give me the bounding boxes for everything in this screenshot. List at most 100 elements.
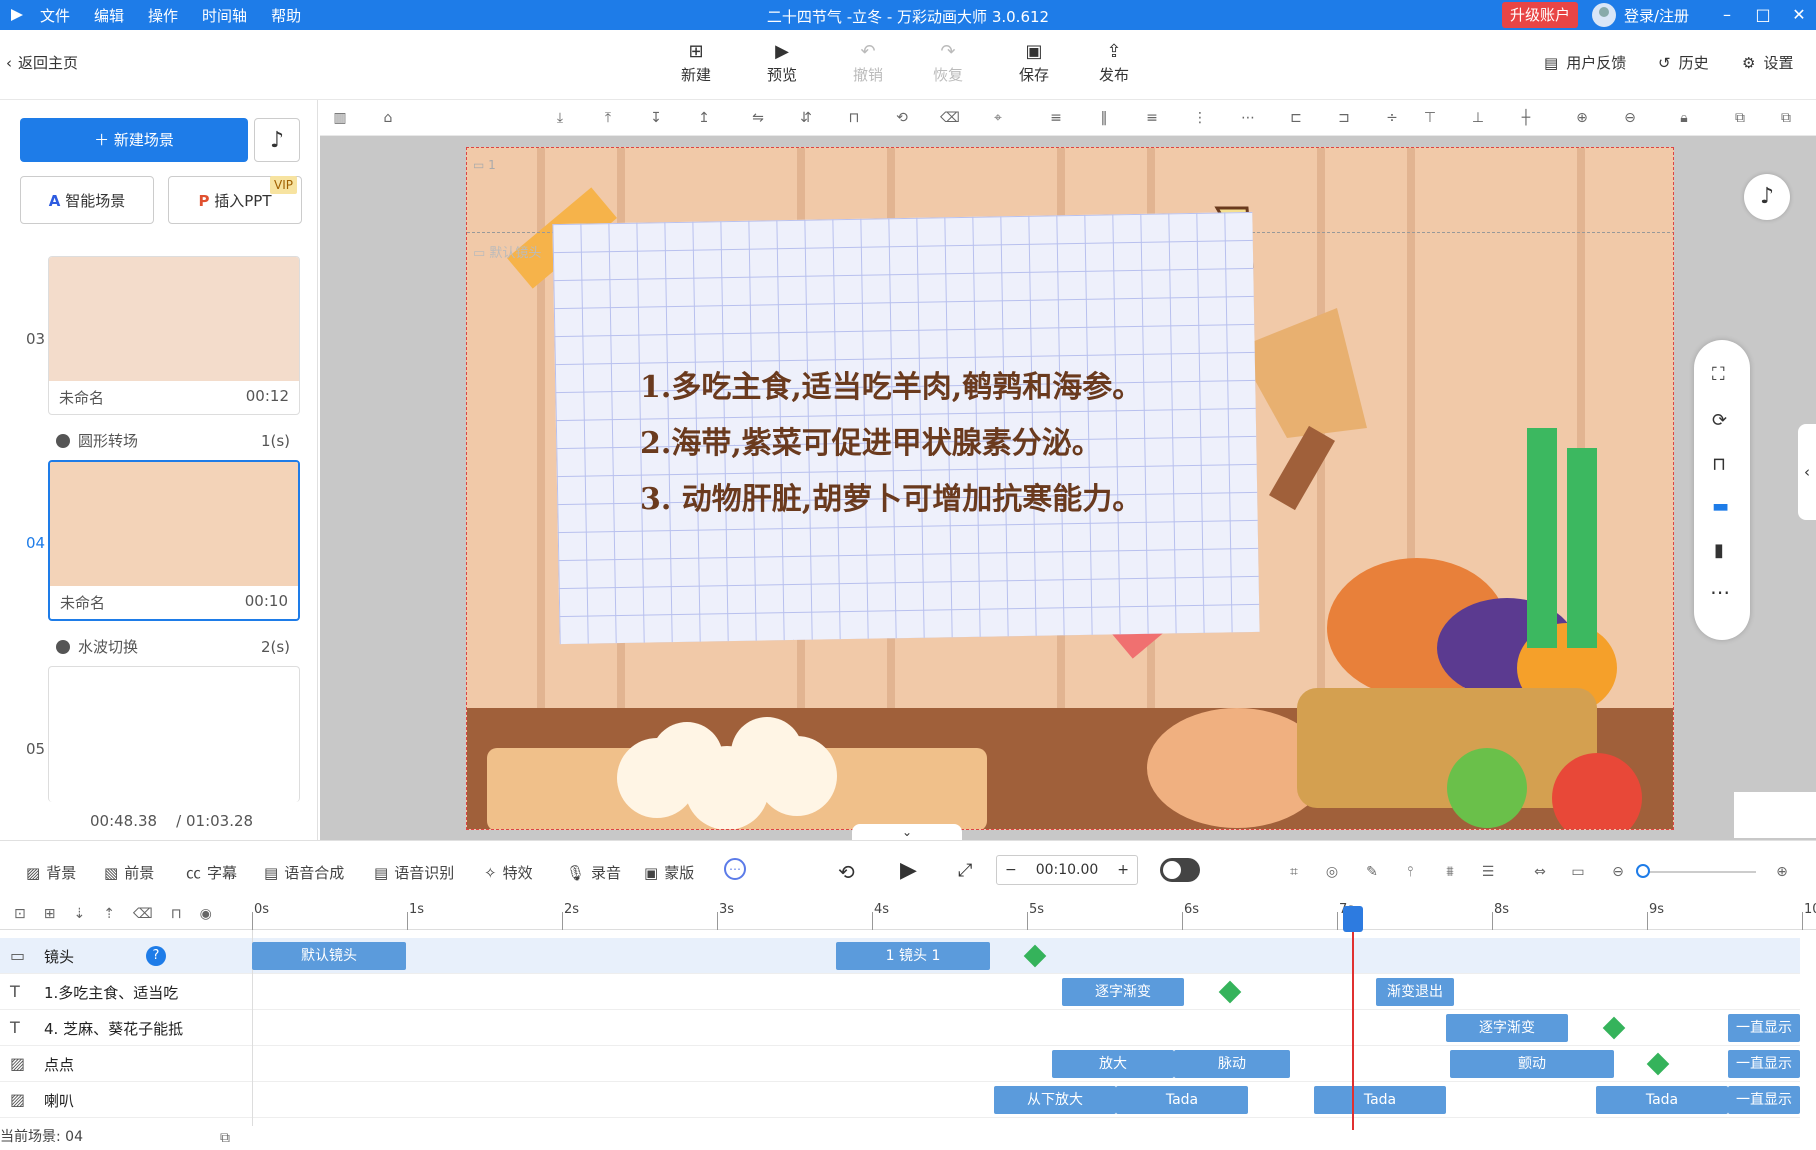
- animation-clip[interactable]: 渐变退出: [1376, 978, 1454, 1006]
- format-painter-icon[interactable]: ▥: [330, 108, 350, 128]
- camera-cut-icon[interactable]: ⌗: [1284, 862, 1304, 882]
- flip-horizontal-icon[interactable]: ⇋: [748, 108, 768, 128]
- close-icon[interactable]: ✕: [1788, 4, 1810, 26]
- fit-screen-icon[interactable]: ⛶: [1712, 364, 1725, 385]
- collapse-timeline-icon[interactable]: ⌄: [852, 824, 962, 840]
- camera-clip[interactable]: 默认镜头: [252, 942, 406, 970]
- tts-button[interactable]: ▤ 语音合成: [264, 862, 344, 883]
- align-left-icon[interactable]: ⊏: [1286, 108, 1306, 128]
- background-music-icon[interactable]: ♪: [1744, 174, 1790, 220]
- landscape-icon[interactable]: ▬: [1712, 496, 1729, 517]
- animation-clip[interactable]: 一直显示: [1728, 1086, 1800, 1114]
- mask-button[interactable]: ▣ 蒙版: [644, 862, 694, 883]
- animation-clip[interactable]: Tada: [1116, 1086, 1248, 1114]
- eye-icon[interactable]: ◉: [200, 906, 212, 922]
- zoom-out-icon[interactable]: ⊖: [1608, 862, 1628, 882]
- fit-width-icon[interactable]: ⇔: [1530, 862, 1550, 882]
- distribute-h-icon[interactable]: ⋮: [1190, 108, 1210, 128]
- adjust-icon[interactable]: ☰: [1478, 862, 1498, 882]
- effects-button[interactable]: ✧ 特效: [484, 862, 533, 883]
- record-button[interactable]: 🎙︎ 录音: [566, 862, 621, 883]
- camera-clip[interactable]: 1 镜头 1: [836, 942, 990, 970]
- new-folder-icon[interactable]: ⊞: [44, 906, 56, 922]
- preview-button[interactable]: ▶ 预览: [752, 40, 812, 85]
- time-ruler[interactable]: [0, 900, 1816, 930]
- zoom-slider[interactable]: [1640, 871, 1756, 873]
- home-icon[interactable]: ⌂: [378, 108, 398, 128]
- animation-clip[interactable]: 一直显示: [1728, 1050, 1800, 1078]
- split-icon[interactable]: ⫯: [1400, 862, 1420, 882]
- more-options-icon[interactable]: ⋯: [724, 858, 746, 880]
- history-button[interactable]: ↺ 历史: [1658, 52, 1709, 73]
- track-row[interactable]: [0, 974, 1800, 1010]
- align-vcenter-icon[interactable]: ‖: [1094, 108, 1114, 128]
- minus-icon[interactable]: −: [1005, 862, 1017, 878]
- login-button[interactable]: 登录/注册: [1592, 2, 1689, 28]
- align-bottom-icon[interactable]: ≡: [1142, 108, 1162, 128]
- transition-item[interactable]: 水波切换 2(s): [56, 636, 290, 657]
- bring-top-icon[interactable]: ⤒: [598, 108, 618, 128]
- tips-text[interactable]: 1.多吃主食,适当吃羊肉,鹌鹑和海参。 2.海带,紫菜可促进甲状腺素分泌。 3.…: [640, 360, 1142, 528]
- zoom-out-icon[interactable]: ⊖: [1620, 108, 1640, 128]
- screenshot-icon[interactable]: ◎: [1322, 862, 1342, 882]
- duration-stepper[interactable]: − 00:10.00 +: [996, 855, 1138, 885]
- top-edge-icon[interactable]: ⊤: [1420, 108, 1440, 128]
- animation-clip[interactable]: 从下放大: [994, 1086, 1116, 1114]
- publish-button[interactable]: ⇪ 发布: [1084, 40, 1144, 85]
- save-button[interactable]: ▣ 保存: [1004, 40, 1064, 85]
- copy-icon[interactable]: ⧉: [1730, 108, 1750, 128]
- toggle-switch[interactable]: [1160, 858, 1200, 882]
- collapse-panel-icon[interactable]: ‹: [1798, 424, 1816, 520]
- upgrade-account-button[interactable]: 升级账户: [1502, 2, 1579, 28]
- lock-icon[interactable]: ⊓: [171, 906, 182, 922]
- minimize-icon[interactable]: –: [1716, 4, 1738, 26]
- replay-icon[interactable]: ⟲: [838, 860, 855, 884]
- rotate-icon[interactable]: ⟲: [892, 108, 912, 128]
- thumbnail-preview-icon[interactable]: [1734, 792, 1816, 838]
- align-top-icon[interactable]: ≡: [1046, 108, 1066, 128]
- animation-clip[interactable]: Tada: [1314, 1086, 1446, 1114]
- undo-button[interactable]: ↶ 撤销: [838, 40, 898, 85]
- scene-thumbnail[interactable]: 未命名 00:12: [48, 256, 300, 415]
- scene-thumbnail[interactable]: [48, 666, 300, 802]
- animation-clip[interactable]: 脉动: [1174, 1050, 1290, 1078]
- align-right-icon[interactable]: ⊐: [1334, 108, 1354, 128]
- move-up-icon[interactable]: ↥: [694, 108, 714, 128]
- distribute-v-icon[interactable]: ⋯: [1238, 108, 1258, 128]
- smart-scene-button[interactable]: A 智能场景: [20, 176, 154, 224]
- playhead-handle[interactable]: [1343, 906, 1363, 932]
- speech-recognition-button[interactable]: ▤ 语音识别: [374, 862, 454, 883]
- feedback-button[interactable]: ▤ 用户反馈: [1544, 52, 1626, 73]
- subtitle-button[interactable]: ㏄字幕: [186, 862, 237, 883]
- background-button[interactable]: ▨ 背景: [26, 862, 76, 883]
- play-icon[interactable]: ▶: [900, 858, 917, 883]
- move-down-icon[interactable]: ⇣: [73, 906, 85, 922]
- animation-clip[interactable]: 放大: [1052, 1050, 1174, 1078]
- rotate-icon[interactable]: ⟳: [1712, 410, 1727, 431]
- flip-vertical-icon[interactable]: ⇵: [796, 108, 816, 128]
- align-hcenter-icon[interactable]: ÷: [1382, 108, 1402, 128]
- back-home-button[interactable]: ‹ 返回主页: [6, 52, 78, 73]
- animation-clip[interactable]: 一直显示: [1728, 1014, 1800, 1042]
- filter-icon[interactable]: ⩩: [1440, 862, 1460, 882]
- focus-icon[interactable]: ⌖: [988, 108, 1008, 128]
- foreground-button[interactable]: ▧ 前景: [104, 862, 154, 883]
- center-icon[interactable]: ┼: [1516, 108, 1536, 128]
- animation-clip[interactable]: 逐字渐变: [1446, 1014, 1568, 1042]
- portrait-icon[interactable]: ▮: [1714, 540, 1724, 561]
- music-note-icon[interactable]: ♪: [254, 118, 300, 162]
- move-up-icon[interactable]: ⇡: [103, 906, 115, 922]
- duration-value[interactable]: 00:10.00: [1036, 862, 1099, 878]
- plus-icon[interactable]: +: [1117, 862, 1129, 878]
- scene-thumbnail-selected[interactable]: 未命名 00:10: [48, 460, 300, 621]
- actual-size-icon[interactable]: ▭: [1568, 862, 1588, 882]
- paste-icon[interactable]: ⧉: [1776, 108, 1796, 128]
- fullscreen-icon[interactable]: ⤢: [958, 860, 972, 881]
- edit-icon[interactable]: ✎: [1362, 862, 1382, 882]
- bring-bottom-icon[interactable]: ⤓: [550, 108, 570, 128]
- more-icon[interactable]: ⋯: [1710, 580, 1730, 604]
- animation-clip[interactable]: 颤动: [1450, 1050, 1614, 1078]
- zoom-in-icon[interactable]: ⊕: [1772, 862, 1792, 882]
- maximize-icon[interactable]: □: [1752, 4, 1774, 26]
- layers-icon[interactable]: ⧉: [220, 1130, 230, 1146]
